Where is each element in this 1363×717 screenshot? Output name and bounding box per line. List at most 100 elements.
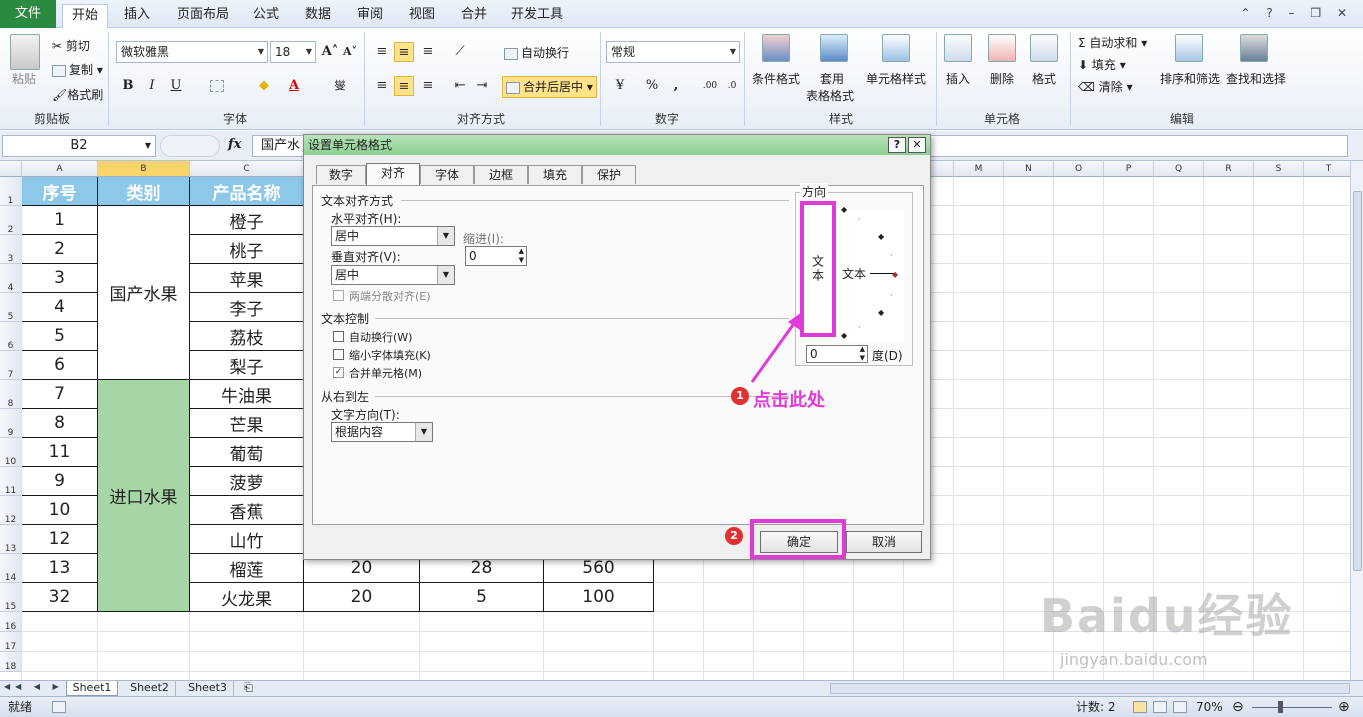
increase-indent-icon[interactable]: ⇥ (472, 76, 492, 96)
shrink-to-fit-checkbox[interactable] (333, 349, 344, 360)
category-domestic-cell[interactable]: 国产水果 (98, 206, 190, 380)
row-header[interactable]: 5 (0, 293, 22, 322)
zoom-level[interactable]: 70% (1196, 697, 1223, 717)
tab-border[interactable]: 边框 (474, 165, 528, 184)
fill-button[interactable]: ⬇ 填充 ▾ (1078, 56, 1126, 73)
grow-font-button[interactable]: A˄ (320, 42, 340, 62)
product-cell[interactable]: 香蕉 (190, 496, 304, 525)
row-header[interactable]: 18 (0, 652, 22, 672)
cell-style-icon[interactable] (882, 34, 910, 62)
cell-style-button[interactable]: 单元格样式 (866, 70, 926, 87)
seq-cell[interactable]: 7 (22, 380, 98, 409)
clear-button[interactable]: ⌫ 清除 ▾ (1078, 78, 1133, 95)
align-left-icon[interactable]: ≡ (372, 76, 392, 96)
row-header[interactable]: 16 (0, 612, 22, 632)
category-import-cell[interactable]: 进口水果 (98, 380, 190, 612)
align-right-icon[interactable]: ≡ (418, 76, 438, 96)
indent-spinner[interactable]: 0 ▲ ▼ (465, 246, 527, 266)
tab-protection[interactable]: 保护 (582, 165, 636, 184)
delete-cells-button[interactable]: 删除 (990, 70, 1014, 87)
table-format-label-2[interactable]: 表格格式 (806, 87, 854, 104)
binoculars-icon[interactable] (1240, 34, 1268, 62)
vertical-align-select[interactable]: 居中 ▼ (331, 265, 455, 285)
column-header[interactable]: M (954, 161, 1004, 177)
seq-cell[interactable]: 5 (22, 322, 98, 351)
help-button[interactable]: ? (888, 137, 906, 153)
border-button[interactable] (208, 76, 228, 96)
align-bottom-icon[interactable]: ≡ (418, 42, 438, 62)
increase-decimal-icon[interactable]: .00 (700, 76, 720, 96)
insert-cells-button[interactable]: 插入 (946, 70, 970, 87)
degrees-spinner[interactable]: 0 ▲ ▼ (806, 345, 868, 363)
insert-cells-icon[interactable] (944, 34, 972, 62)
row-header[interactable]: 3 (0, 235, 22, 264)
wrap-text-checkbox[interactable] (333, 331, 344, 342)
product-cell[interactable]: 葡萄 (190, 438, 304, 467)
tab-font[interactable]: 字体 (420, 165, 474, 184)
product-cell[interactable]: 梨子 (190, 351, 304, 380)
currency-icon[interactable]: ¥ (610, 76, 630, 96)
row-header[interactable]: 13 (0, 525, 22, 554)
product-cell[interactable]: 菠萝 (190, 467, 304, 496)
seq-cell[interactable]: 32 (22, 583, 98, 612)
horizontal-align-select[interactable]: 居中 ▼ (331, 226, 455, 246)
column-header[interactable]: N (1004, 161, 1054, 177)
table-format-label-1[interactable]: 套用 (820, 70, 844, 87)
product-cell[interactable]: 芒果 (190, 409, 304, 438)
cancel-button[interactable]: 取消 (846, 531, 922, 553)
table-format-icon[interactable] (820, 34, 848, 62)
format-cells-icon[interactable] (1030, 34, 1058, 62)
text-direction-select[interactable]: 根据内容 ▼ (331, 422, 433, 442)
sheet-tab-3[interactable]: Sheet3 (182, 681, 234, 696)
tab-merge[interactable]: 合并 (452, 4, 496, 28)
row-header[interactable]: 17 (0, 632, 22, 652)
merge-center-button[interactable]: 合并后居中 ▾ (502, 76, 597, 98)
row-header[interactable]: 1 (0, 177, 22, 206)
ok-button[interactable]: 确定 (760, 531, 838, 553)
underline-button[interactable]: U (166, 76, 186, 96)
horizontal-text-preview[interactable]: 文本 (842, 265, 866, 282)
row-header[interactable]: 8 (0, 380, 22, 409)
decrease-indent-icon[interactable]: ⇤ (450, 76, 470, 96)
column-header[interactable]: Q (1154, 161, 1204, 177)
row-header[interactable]: 4 (0, 264, 22, 293)
row-header[interactable]: 11 (0, 467, 22, 496)
column-header[interactable]: R (1204, 161, 1254, 177)
format-cells-button[interactable]: 格式 (1032, 70, 1056, 87)
italic-button[interactable]: I (142, 76, 162, 96)
conditional-format-icon[interactable] (762, 34, 790, 62)
zoom-out-icon[interactable]: ⊖ (1232, 697, 1244, 717)
column-header[interactable]: B (98, 161, 190, 177)
tab-view[interactable]: 视图 (400, 4, 444, 28)
tab-review[interactable]: 审阅 (348, 4, 392, 28)
product-cell[interactable]: 李子 (190, 293, 304, 322)
zoom-in-icon[interactable]: ⊕ (1338, 697, 1350, 717)
column-header[interactable]: C (190, 161, 304, 177)
scroll-thumb[interactable] (1353, 191, 1362, 571)
seq-cell[interactable]: 4 (22, 293, 98, 322)
sort-filter-icon[interactable] (1175, 34, 1203, 62)
fx-icon[interactable]: fx (228, 137, 241, 152)
product-cell[interactable]: 荔枝 (190, 322, 304, 351)
row-header[interactable]: 9 (0, 409, 22, 438)
name-box[interactable]: B2 ▼ (2, 135, 156, 157)
tab-formulas[interactable]: 公式 (244, 4, 288, 28)
merge-cells-checkbox[interactable]: ✓ (333, 367, 344, 378)
row-header[interactable]: 2 (0, 206, 22, 235)
find-select-button[interactable]: 查找和选择 (1226, 70, 1286, 87)
seq-cell[interactable]: 9 (22, 467, 98, 496)
tab-home[interactable]: 开始 (62, 4, 108, 28)
header-product[interactable]: 产品名称 (190, 177, 304, 206)
tab-page-layout[interactable]: 页面布局 (170, 4, 236, 28)
copy-button[interactable]: 复制 ▾ (52, 61, 103, 78)
orientation-icon[interactable]: ⟋ (450, 42, 470, 62)
tab-developer[interactable]: 开发工具 (504, 4, 570, 28)
seq-cell[interactable]: 6 (22, 351, 98, 380)
decrease-decimal-icon[interactable]: .0 (722, 76, 742, 96)
seq-cell[interactable]: 12 (22, 525, 98, 554)
wrap-text-button[interactable]: 自动换行 (504, 44, 569, 61)
autosum-button[interactable]: Σ 自动求和 ▾ (1078, 34, 1147, 51)
align-middle-icon[interactable]: ≡ (394, 42, 414, 62)
seq-cell[interactable]: 2 (22, 235, 98, 264)
column-header[interactable]: O (1054, 161, 1104, 177)
